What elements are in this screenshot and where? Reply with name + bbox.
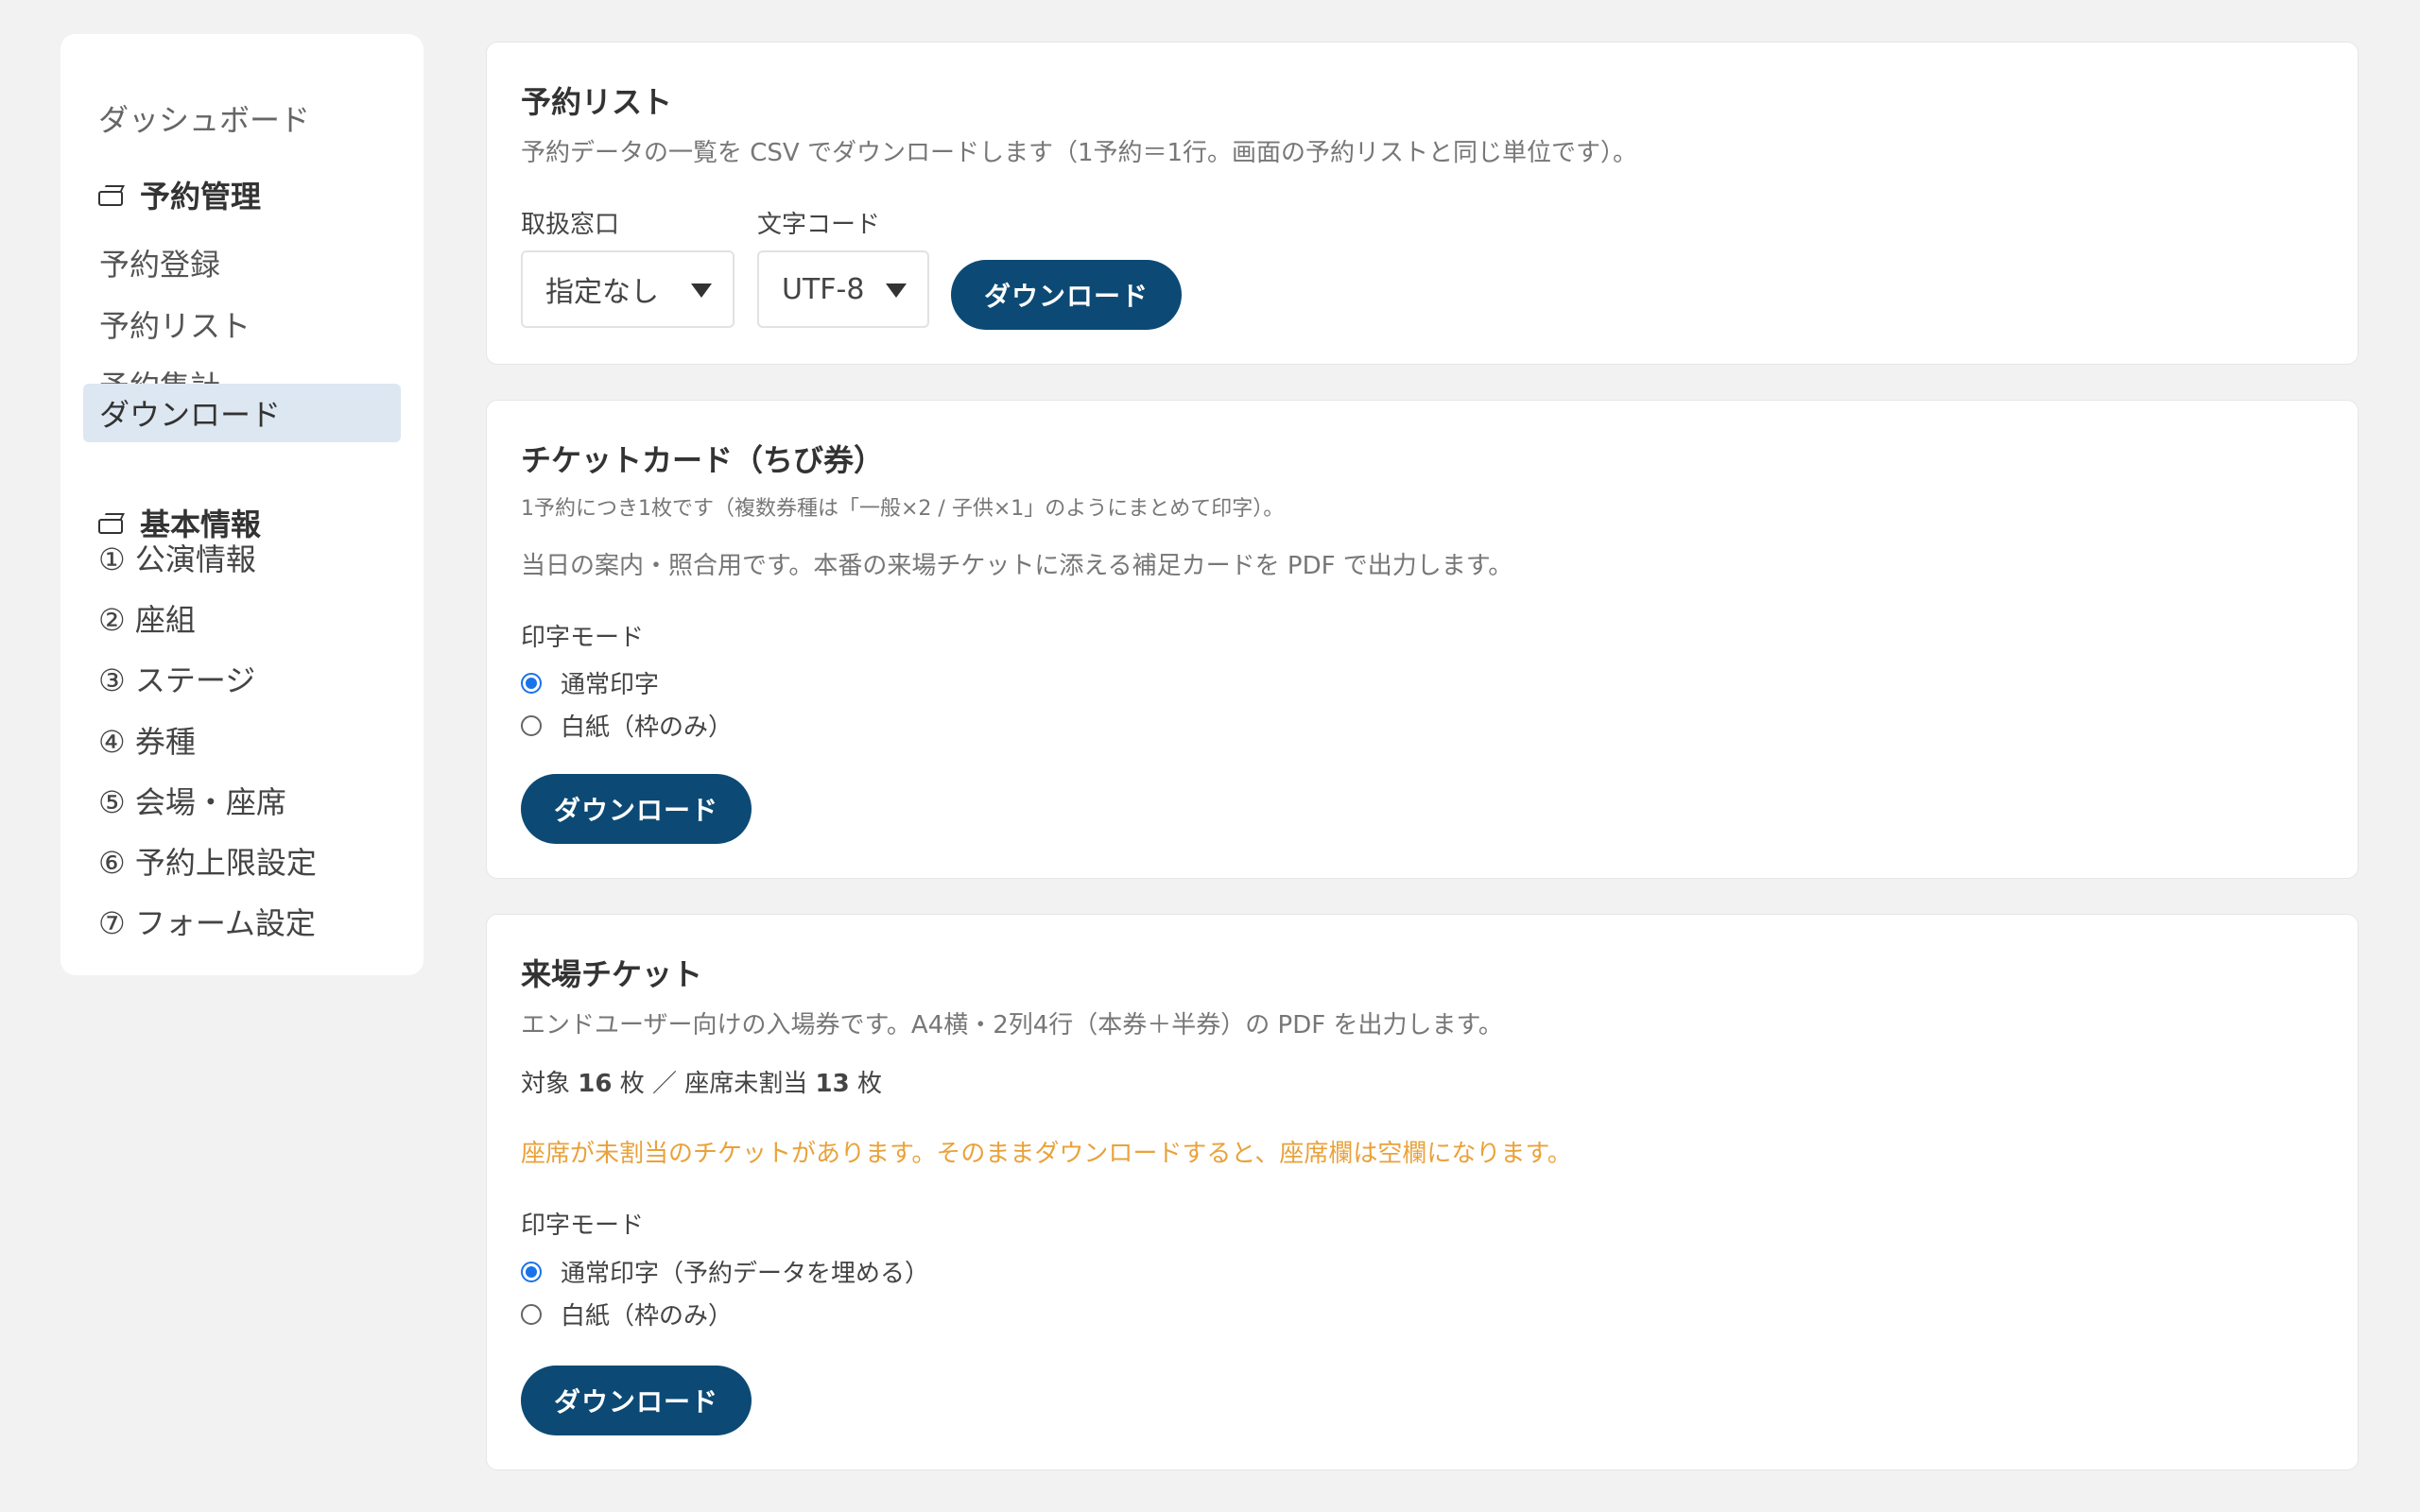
ticket-count: 対象 16 枚 ／ 座席未割当 13 枚 xyxy=(521,1070,882,1098)
encoding-label: 文字コード xyxy=(757,211,881,239)
counter-select-value: 指定なし xyxy=(545,276,659,309)
print-mode-option-blank[interactable]: 白紙（枠のみ） xyxy=(521,708,733,743)
sidebar-item-label: ダッシュボード xyxy=(98,102,311,138)
encoding-select-value: UTF-8 xyxy=(782,272,865,306)
radio-unchecked[interactable] xyxy=(521,714,542,736)
print-mode-option-blank[interactable]: 白紙（枠のみ） xyxy=(521,1297,733,1332)
caret-down-icon xyxy=(886,284,907,298)
sidebar-item-reservation-list[interactable]: 予約リスト xyxy=(83,295,401,353)
sidebar-section-reservation: 予約管理 xyxy=(98,168,261,221)
counter-label: 取扱窓口 xyxy=(521,211,620,239)
sidebar-item-reservation-register[interactable]: 予約登録 xyxy=(83,233,401,292)
sidebar-item-download[interactable]: ダウンロード xyxy=(83,384,401,442)
sidebar: ダッシュボード 予約管理 予約登録 予約リスト 予約集計 ダウンロード 基本情報… xyxy=(60,34,424,975)
sidebar-item-dashboard[interactable]: ダッシュボード xyxy=(83,89,401,147)
card-title: 予約リスト xyxy=(521,84,673,120)
sidebar-item-reservation-limit[interactable]: ⑥ 予約上限設定 xyxy=(98,834,317,887)
sidebar-item-label: 予約登録 xyxy=(99,247,221,283)
print-mode-option-normal[interactable]: 通常印字（予約データを埋める） xyxy=(521,1254,929,1289)
card-description: 予約データの一覧を CSV でダウンロードします（1予約＝1行。画面の予約リスト… xyxy=(521,139,1638,167)
sidebar-item-cast[interactable]: ② 座組 xyxy=(98,592,196,644)
card-note: 1予約につき1枚です（複数券種は「一般×2 / 子供×1」のようにまとめて印字）… xyxy=(521,497,1285,521)
ticket-card-card: チケットカード（ちび券） 1予約につき1枚です（複数券種は「一般×2 / 子供×… xyxy=(486,400,2359,879)
print-mode-label: 印字モード xyxy=(521,1211,645,1240)
sidebar-item-label: 予約リスト xyxy=(99,308,251,344)
print-mode-label: 印字モード xyxy=(521,624,645,652)
print-mode-option-normal[interactable]: 通常印字 xyxy=(521,665,659,700)
folder-icon xyxy=(98,183,127,206)
card-title: 来場チケット xyxy=(521,956,703,992)
ticket-count-unassigned: 13 xyxy=(815,1070,850,1098)
entry-ticket-download-button[interactable]: ダウンロード xyxy=(521,1366,752,1435)
ticket-card-download-button[interactable]: ダウンロード xyxy=(521,774,752,844)
caret-down-icon xyxy=(691,284,712,298)
sidebar-item-performance-info[interactable]: ① 公演情報 xyxy=(98,531,256,584)
sidebar-item-form-settings[interactable]: ⑦ フォーム設定 xyxy=(98,895,316,948)
ticket-count-total: 16 xyxy=(578,1070,613,1098)
radio-checked[interactable] xyxy=(521,1261,542,1282)
sidebar-item-stage[interactable]: ③ ステージ xyxy=(98,652,255,705)
radio-checked[interactable] xyxy=(521,672,542,694)
unassigned-seat-warning: 座席が未割当のチケットがあります。そのままダウンロードすると、座席欄は空欄になり… xyxy=(521,1140,1572,1168)
counter-select[interactable]: 指定なし xyxy=(521,250,735,328)
entry-ticket-card: 来場チケット エンドユーザー向けの入場券です。A4横・2列4行（本券＋半券）の … xyxy=(486,914,2359,1470)
card-description: 当日の案内・照合用です。本番の来場チケットに添える補足カードを PDF で出力し… xyxy=(521,552,1513,580)
sidebar-item-label: ダウンロード xyxy=(99,397,282,433)
radio-unchecked[interactable] xyxy=(521,1303,542,1325)
reservation-list-card: 予約リスト 予約データの一覧を CSV でダウンロードします（1予約＝1行。画面… xyxy=(486,42,2359,365)
reservation-list-download-button[interactable]: ダウンロード xyxy=(951,260,1182,330)
card-description: エンドユーザー向けの入場券です。A4横・2列4行（本券＋半券）の PDF を出力… xyxy=(521,1011,1503,1040)
encoding-select[interactable]: UTF-8 xyxy=(757,250,929,328)
sidebar-item-ticket-type[interactable]: ④ 券種 xyxy=(98,713,196,766)
card-title: チケットカード（ちび券） xyxy=(521,442,885,478)
sidebar-item-venue-seat[interactable]: ⑤ 会場・座席 xyxy=(98,774,286,827)
